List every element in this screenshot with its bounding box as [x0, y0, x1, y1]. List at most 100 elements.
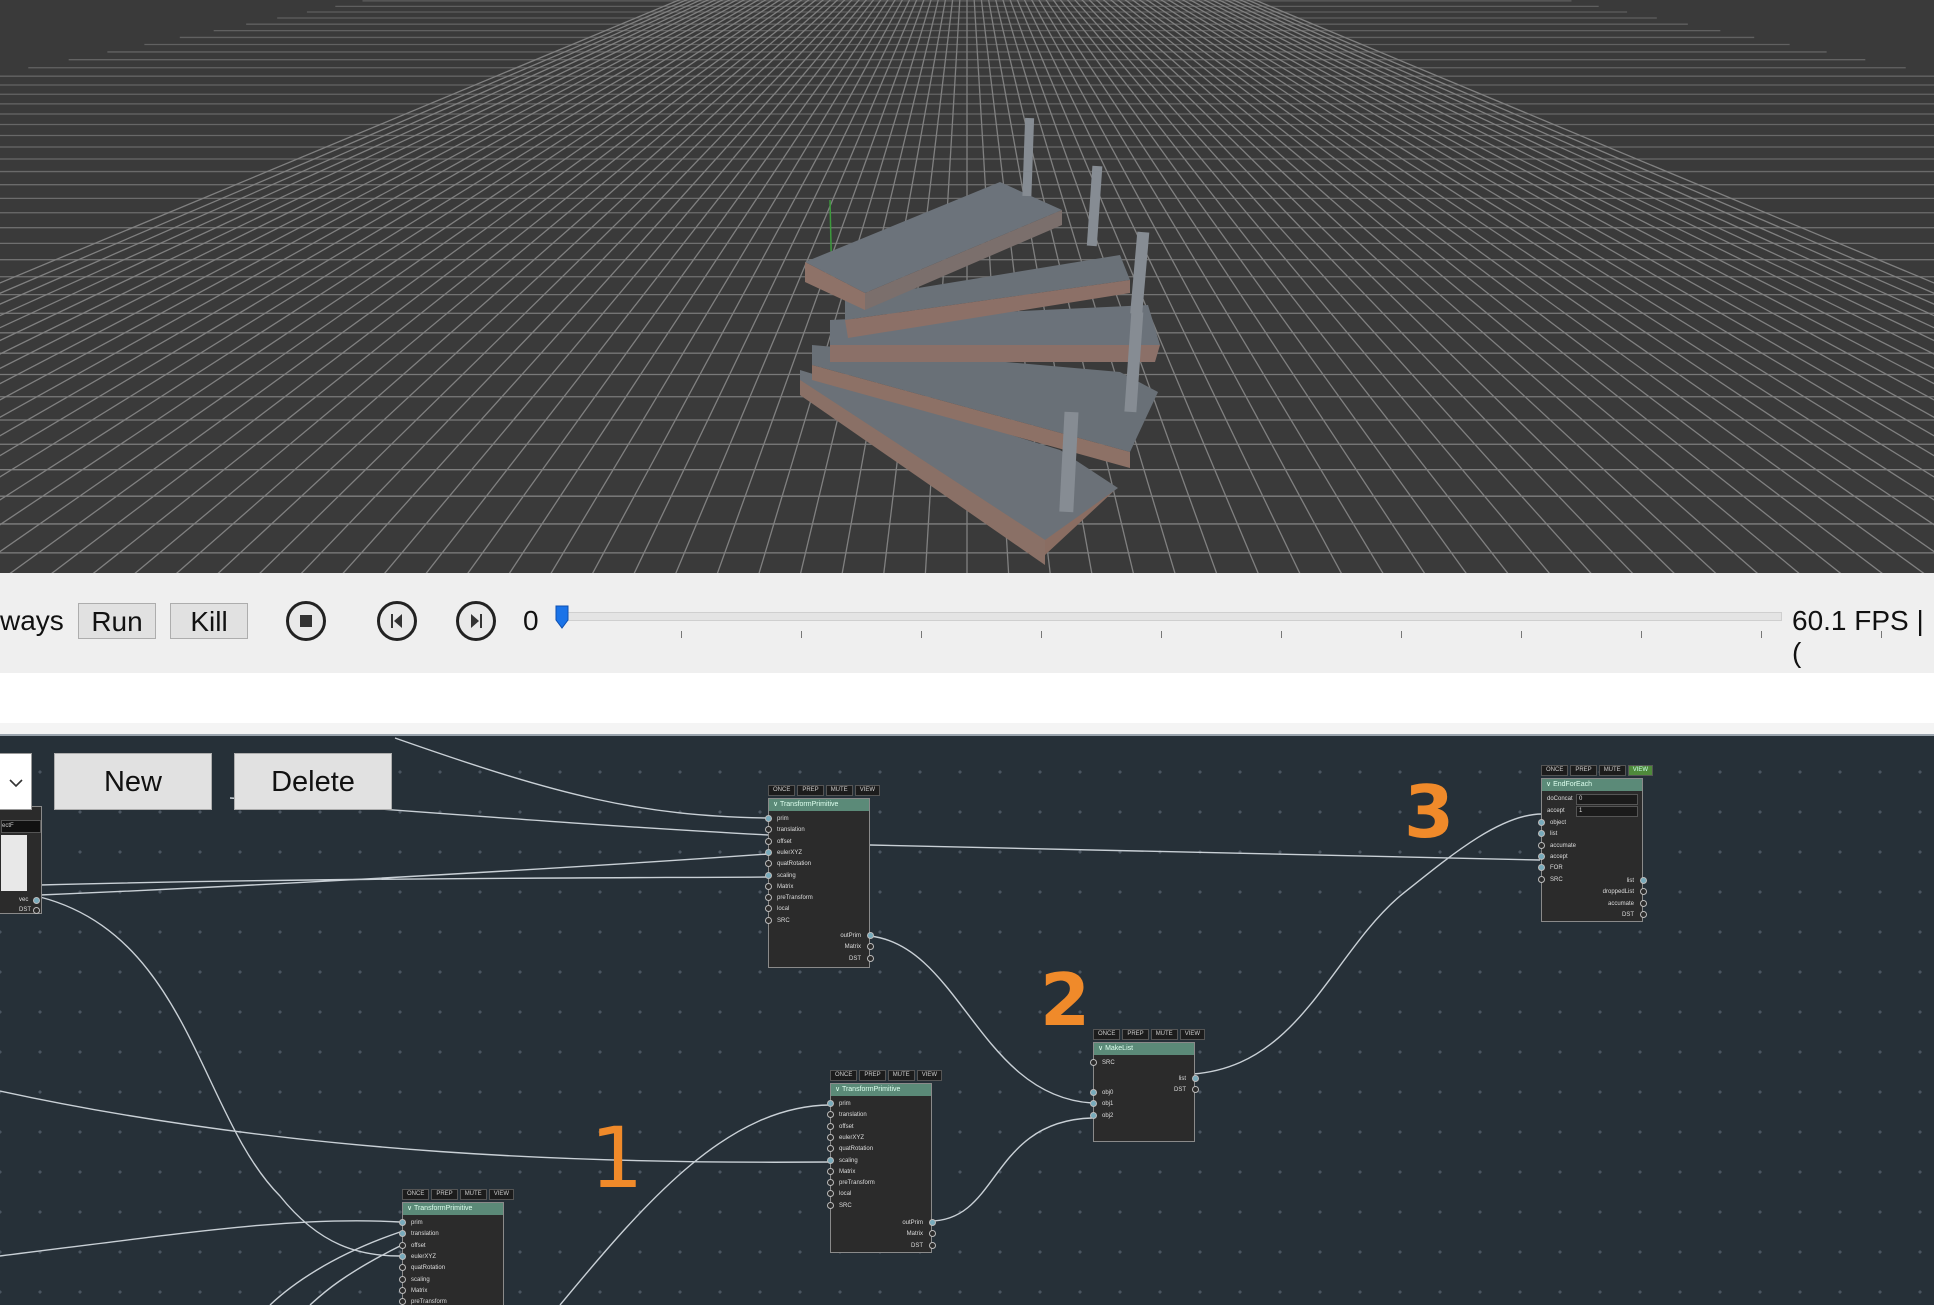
node-tab-view[interactable]: VIEW [916, 1070, 943, 1081]
input-pin[interactable] [1538, 830, 1545, 838]
input-pin[interactable] [765, 916, 772, 924]
node-tab-once[interactable]: ONCE [1541, 765, 1569, 776]
timeline-tick [1161, 631, 1162, 638]
node-tab-once[interactable]: ONCE [1093, 1029, 1121, 1040]
port-label: translation [411, 1231, 439, 1238]
input-pin[interactable] [827, 1122, 834, 1130]
output-pin[interactable] [929, 1241, 936, 1249]
node-tab-mute[interactable]: MUTE [459, 1189, 487, 1200]
node-graph-editor[interactable]: ectF vec DST New Delete 1 2 3 ONCE PREP MU… [0, 736, 1934, 1305]
input-pin[interactable] [399, 1252, 406, 1260]
input-pin[interactable] [765, 837, 772, 845]
node-body[interactable]: ∨ EndForEach doConcat 0 accept 1 object list ac… [1538, 778, 1647, 922]
timeline-slider[interactable] [562, 612, 1782, 621]
port-label: preTransform [839, 1180, 875, 1187]
annotation-3: 3 [1404, 770, 1455, 854]
output-pin[interactable] [867, 932, 874, 939]
output-pin[interactable] [1640, 899, 1647, 907]
input-pin[interactable] [827, 1100, 834, 1107]
input-pin[interactable] [827, 1179, 834, 1187]
node-tab-mute[interactable]: MUTE [1598, 765, 1626, 776]
input-pin[interactable] [1090, 1111, 1097, 1119]
node-tab-prep[interactable]: PREP [797, 785, 824, 796]
node-tab-once[interactable]: ONCE [830, 1070, 858, 1081]
field-input[interactable]: 1 [1576, 806, 1638, 817]
output-pin[interactable] [929, 1219, 936, 1226]
input-pin[interactable] [399, 1219, 406, 1226]
node-tab-view[interactable]: VIEW [488, 1189, 515, 1200]
input-pin[interactable] [765, 882, 772, 890]
port-label: offset [411, 1242, 426, 1249]
input-pin[interactable] [399, 1275, 406, 1283]
input-pin[interactable] [399, 1286, 406, 1294]
input-pin[interactable] [1090, 1089, 1097, 1096]
kill-button[interactable]: Kill [170, 603, 248, 639]
input-pin[interactable] [1538, 852, 1545, 860]
node-tab-prep[interactable]: PREP [431, 1189, 458, 1200]
input-pin[interactable] [1538, 864, 1545, 872]
node-tab-mute[interactable]: MUTE [825, 785, 853, 796]
input-pin[interactable] [1090, 1100, 1097, 1108]
input-pin[interactable] [765, 848, 772, 856]
run-button[interactable]: Run [78, 603, 156, 639]
graph-wires [0, 737, 1543, 1305]
input-pin[interactable] [399, 1264, 406, 1272]
output-pin[interactable] [1640, 910, 1647, 918]
input-pin[interactable] [827, 1111, 834, 1119]
node-tab-mute[interactable]: MUTE [1150, 1029, 1178, 1040]
input-pin[interactable] [1538, 841, 1545, 849]
input-pin[interactable] [1538, 819, 1545, 826]
partial-node[interactable]: ectF vec DST [0, 806, 42, 914]
input-pin[interactable] [399, 1230, 406, 1238]
input-pin[interactable] [399, 1241, 406, 1249]
output-pin[interactable] [1640, 877, 1647, 884]
output-pin[interactable] [867, 954, 874, 962]
node-tab-once[interactable]: ONCE [768, 785, 796, 796]
slider-handle[interactable] [554, 604, 570, 630]
node-tab-prep[interactable]: PREP [859, 1070, 886, 1081]
delete-node-button[interactable]: Delete [234, 753, 392, 810]
input-pin[interactable] [1090, 1059, 1097, 1066]
input-pin[interactable] [399, 1298, 406, 1305]
input-pin[interactable] [827, 1201, 834, 1209]
node-type-dropdown[interactable] [0, 753, 32, 810]
output-pin[interactable] [1192, 1075, 1199, 1082]
input-pin[interactable] [827, 1133, 834, 1141]
port-label: offset [839, 1123, 854, 1130]
new-node-button[interactable]: New [54, 753, 212, 810]
input-pin[interactable] [827, 1156, 834, 1164]
node-body[interactable]: ∨ TransformPrimitive prim translation offse… [765, 798, 874, 968]
input-pin[interactable] [827, 1145, 834, 1153]
node-tab-prep[interactable]: PREP [1122, 1029, 1149, 1040]
input-pin[interactable] [1538, 875, 1545, 883]
input-pin[interactable] [765, 871, 772, 879]
node-body[interactable]: ∨ TransformPrimitive prim translation offse… [827, 1083, 936, 1253]
node-tab-mute[interactable]: MUTE [887, 1070, 915, 1081]
panel-separator[interactable] [0, 723, 1934, 736]
3d-viewport[interactable] [0, 0, 1934, 573]
input-pin[interactable] [765, 860, 772, 868]
run-mode-label[interactable]: ways [0, 605, 64, 637]
prev-frame-button[interactable] [377, 601, 417, 641]
next-frame-button[interactable] [456, 601, 496, 641]
input-pin[interactable] [827, 1190, 834, 1198]
stop-button[interactable] [286, 601, 326, 641]
output-pin[interactable] [33, 897, 40, 904]
port-label: quatRotation [839, 1146, 874, 1153]
timeline-tick [1401, 631, 1402, 638]
input-pin[interactable] [765, 894, 772, 902]
node-body[interactable]: ∨ TransformPrimitive prim translation offse… [399, 1202, 504, 1305]
node-body[interactable]: ∨ MakeList SRC obj0 obj1 obj2 list DST [1090, 1042, 1199, 1142]
output-pin[interactable] [33, 907, 40, 914]
input-pin[interactable] [765, 905, 772, 913]
field-input[interactable]: 0 [1576, 794, 1638, 805]
input-pin[interactable] [765, 815, 772, 822]
node-tab-prep[interactable]: PREP [1570, 765, 1597, 776]
input-pin[interactable] [765, 826, 772, 834]
input-pin[interactable] [827, 1167, 834, 1175]
node-field[interactable]: ectF [1, 820, 41, 833]
node-tab-once[interactable]: ONCE [402, 1189, 430, 1200]
node-tab-view[interactable]: VIEW [854, 785, 881, 796]
node-tab-view[interactable]: VIEW [1179, 1029, 1206, 1040]
node-tab-view[interactable]: VIEW [1627, 765, 1654, 776]
